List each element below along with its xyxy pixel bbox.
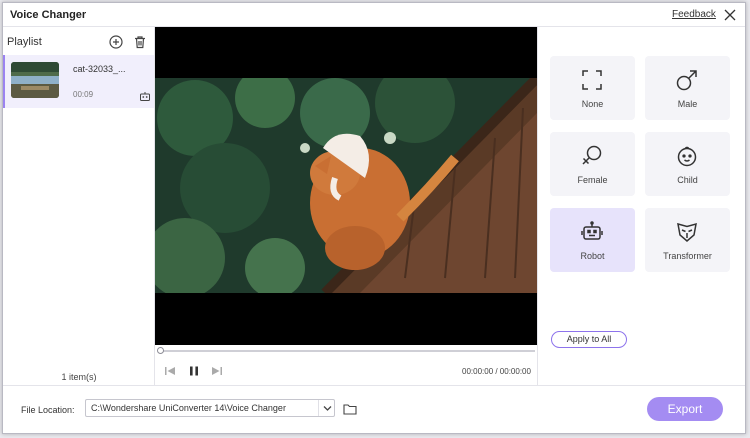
- effect-label: Female: [577, 175, 608, 185]
- effect-child[interactable]: Child: [645, 132, 730, 196]
- none-frame-icon: [582, 70, 602, 90]
- female-symbol-icon: [582, 145, 602, 165]
- item-count: 1 item(s): [61, 372, 97, 382]
- trash-icon[interactable]: [133, 35, 147, 49]
- window-title: Voice Changer: [10, 9, 87, 21]
- effect-transformer[interactable]: Transformer: [645, 208, 730, 272]
- seek-handle[interactable]: [157, 347, 164, 354]
- effect-label: Child: [677, 175, 698, 185]
- seek-track: [159, 350, 535, 352]
- effect-label: Robot: [580, 251, 605, 261]
- export-button[interactable]: Export: [647, 397, 723, 421]
- title-bar: Voice Changer Feedback: [3, 3, 745, 27]
- pause-icon[interactable]: [187, 364, 201, 378]
- effect-male[interactable]: Male: [645, 56, 730, 120]
- footer-bar: File Location: Export: [3, 385, 745, 433]
- close-icon[interactable]: [721, 6, 739, 24]
- video-thumbnail: [11, 62, 59, 98]
- playback-time: 00:00:00 / 00:00:00: [462, 367, 531, 376]
- next-icon[interactable]: [210, 364, 224, 378]
- video-player: 00:00:00 / 00:00:00: [155, 27, 537, 385]
- video-frame: [155, 78, 537, 293]
- robot-icon: [581, 221, 603, 240]
- playlist-label: Playlist: [7, 36, 42, 48]
- playlist-panel: Playlist cat-32033_... 00:09 1 item(s): [3, 27, 155, 385]
- folder-icon[interactable]: [343, 402, 357, 415]
- effect-label: None: [581, 99, 604, 109]
- apply-to-all-button[interactable]: Apply to All: [551, 331, 627, 348]
- feedback-link[interactable]: Feedback: [672, 9, 716, 20]
- file-location-input[interactable]: [91, 403, 311, 413]
- robot-badge-icon: [139, 89, 151, 101]
- file-location-label: File Location:: [21, 405, 75, 415]
- effect-female[interactable]: Female: [550, 132, 635, 196]
- effect-label: Transformer: [663, 251, 712, 261]
- child-face-icon: [677, 146, 697, 167]
- male-symbol-icon: [676, 70, 697, 91]
- item-duration: 00:09: [73, 90, 94, 99]
- file-location-select[interactable]: [85, 399, 335, 417]
- voice-changer-window: Voice Changer Feedback Playlist cat-3203…: [2, 2, 746, 434]
- playlist-item[interactable]: cat-32033_... 00:09: [3, 55, 154, 108]
- effect-label: Male: [677, 99, 698, 109]
- effect-robot[interactable]: Robot: [550, 208, 635, 272]
- item-name: cat-32033_...: [73, 64, 126, 74]
- voice-effects-panel: None Male Female Child Robot Transformer…: [537, 27, 745, 385]
- add-file-icon[interactable]: [109, 35, 123, 49]
- previous-icon[interactable]: [163, 364, 177, 378]
- effect-none[interactable]: None: [550, 56, 635, 120]
- seek-bar[interactable]: [157, 347, 535, 355]
- transformer-mask-icon: [677, 222, 697, 242]
- chevron-down-icon[interactable]: [318, 400, 335, 416]
- video-preview: [155, 27, 537, 345]
